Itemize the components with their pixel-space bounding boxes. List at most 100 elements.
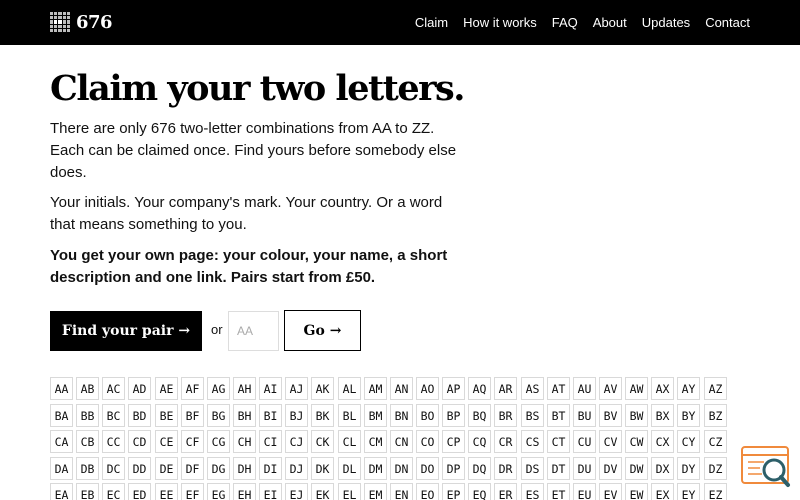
pair-cell[interactable]: BO [416,404,439,427]
pair-cell[interactable]: CS [521,430,544,453]
pair-cell[interactable]: DS [521,457,544,480]
pair-cell[interactable]: BY [677,404,700,427]
pair-cell[interactable]: EA [50,483,73,500]
pair-cell[interactable]: DO [416,457,439,480]
pair-cell[interactable]: CR [494,430,517,453]
pair-cell[interactable]: EI [259,483,282,500]
pair-cell[interactable]: EL [338,483,361,500]
pair-cell[interactable]: ED [128,483,151,500]
pair-cell[interactable]: CD [128,430,151,453]
pair-cell[interactable]: CK [311,430,334,453]
pair-cell[interactable]: AL [338,377,361,400]
pair-cell[interactable]: CW [625,430,648,453]
go-button[interactable]: Go → [284,310,361,351]
pair-cell[interactable]: DV [599,457,622,480]
nav-how-it-works[interactable]: How it works [463,15,537,30]
pair-cell[interactable]: AN [390,377,413,400]
pair-cell[interactable]: CG [207,430,230,453]
pair-cell[interactable]: BN [390,404,413,427]
pair-cell[interactable]: EU [573,483,596,500]
pair-cell[interactable]: EK [311,483,334,500]
pair-cell[interactable]: EZ [704,483,727,500]
pair-cell[interactable]: DE [155,457,178,480]
pair-cell[interactable]: AB [76,377,99,400]
pair-cell[interactable]: DP [442,457,465,480]
pair-cell[interactable]: DU [573,457,596,480]
pair-cell[interactable]: EG [207,483,230,500]
pair-cell[interactable]: BE [155,404,178,427]
pair-cell[interactable]: EY [677,483,700,500]
pair-cell[interactable]: CI [259,430,282,453]
pair-cell[interactable]: EP [442,483,465,500]
pair-cell[interactable]: CF [181,430,204,453]
pair-cell[interactable]: AF [181,377,204,400]
pair-cell[interactable]: AP [442,377,465,400]
pair-cell[interactable]: BX [651,404,674,427]
pair-cell[interactable]: CX [651,430,674,453]
pair-cell[interactable]: AI [259,377,282,400]
pair-cell[interactable]: AY [677,377,700,400]
pair-cell[interactable]: BJ [285,404,308,427]
nav-claim[interactable]: Claim [415,15,448,30]
pair-cell[interactable]: BC [102,404,125,427]
pair-cell[interactable]: AV [599,377,622,400]
nav-contact[interactable]: Contact [705,15,750,30]
pair-cell[interactable]: CB [76,430,99,453]
pair-cell[interactable]: BF [181,404,204,427]
pair-cell[interactable]: EM [364,483,387,500]
pair-cell[interactable]: EC [102,483,125,500]
pair-cell[interactable]: CU [573,430,596,453]
pair-cell[interactable]: BK [311,404,334,427]
pair-cell[interactable]: AU [573,377,596,400]
pair-cell[interactable]: BW [625,404,648,427]
pair-cell[interactable]: CP [442,430,465,453]
pair-cell[interactable]: CJ [285,430,308,453]
pair-cell[interactable]: DA [50,457,73,480]
pair-cell[interactable]: DT [547,457,570,480]
pair-cell[interactable]: DY [677,457,700,480]
pair-cell[interactable]: AR [494,377,517,400]
pair-cell[interactable]: BI [259,404,282,427]
pair-cell[interactable]: AG [207,377,230,400]
pair-search-input[interactable] [228,311,279,351]
pair-cell[interactable]: CN [390,430,413,453]
pair-cell[interactable]: CO [416,430,439,453]
pair-cell[interactable]: CY [677,430,700,453]
pair-cell[interactable]: AW [625,377,648,400]
pair-cell[interactable]: DC [102,457,125,480]
pair-cell[interactable]: EF [181,483,204,500]
pair-cell[interactable]: CQ [468,430,491,453]
pair-cell[interactable]: DI [259,457,282,480]
pair-cell[interactable]: BR [494,404,517,427]
pair-cell[interactable]: EW [625,483,648,500]
pair-cell[interactable]: CL [338,430,361,453]
pair-cell[interactable]: BD [128,404,151,427]
pair-cell[interactable]: CC [102,430,125,453]
pair-cell[interactable]: AJ [285,377,308,400]
pair-cell[interactable]: ES [521,483,544,500]
pair-cell[interactable]: AA [50,377,73,400]
pair-cell[interactable]: DG [207,457,230,480]
pair-cell[interactable]: BU [573,404,596,427]
pair-cell[interactable]: EB [76,483,99,500]
pair-cell[interactable]: DR [494,457,517,480]
pair-cell[interactable]: DL [338,457,361,480]
pair-cell[interactable]: BL [338,404,361,427]
pair-cell[interactable]: BB [76,404,99,427]
pair-cell[interactable]: DH [233,457,256,480]
pair-cell[interactable]: CT [547,430,570,453]
pair-cell[interactable]: EO [416,483,439,500]
pair-cell[interactable]: BH [233,404,256,427]
pair-cell[interactable]: EH [233,483,256,500]
nav-about[interactable]: About [593,15,627,30]
site-logo[interactable]: 676 [50,11,113,33]
pair-cell[interactable]: AS [521,377,544,400]
find-your-pair-button[interactable]: Find your pair → [50,311,202,351]
pair-cell[interactable]: BQ [468,404,491,427]
pair-cell[interactable]: CE [155,430,178,453]
pair-cell[interactable]: EJ [285,483,308,500]
pair-cell[interactable]: AO [416,377,439,400]
pair-cell[interactable]: DW [625,457,648,480]
pair-cell[interactable]: BA [50,404,73,427]
pair-cell[interactable]: AH [233,377,256,400]
